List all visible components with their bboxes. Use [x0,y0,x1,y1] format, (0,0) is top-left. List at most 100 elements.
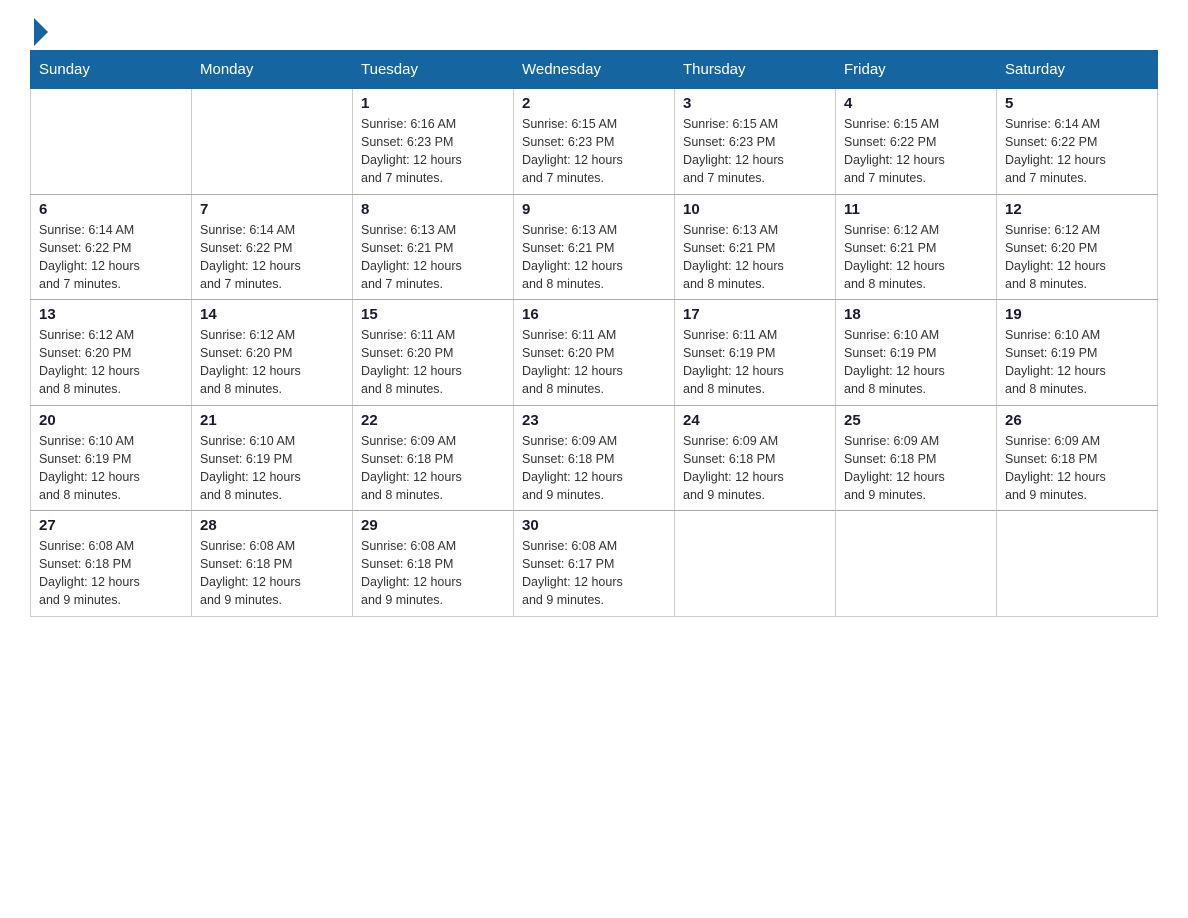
day-info: Sunrise: 6:10 AMSunset: 6:19 PMDaylight:… [1005,326,1149,399]
calendar-header-row: SundayMondayTuesdayWednesdayThursdayFrid… [31,51,1158,89]
calendar-cell: 23Sunrise: 6:09 AMSunset: 6:18 PMDayligh… [514,405,675,511]
calendar-cell: 3 Sunrise: 6:15 AMSunset: 6:23 PMDaylight… [675,89,836,195]
logo-triangle-icon [34,18,48,46]
day-number: 26 [1005,412,1149,429]
day-number: 14 [200,306,344,323]
calendar-cell: 11 Sunrise: 6:12 AMSunset: 6:21 PMDayligh… [836,194,997,300]
day-number: 7 [200,201,344,218]
week-row-5: 27 Sunrise: 6:08 AMSunset: 6:18 PMDayligh… [31,511,1158,617]
day-info: Sunrise: 6:15 AMSunset: 6:23 PMDaylight:… [683,115,827,188]
calendar-cell [836,511,997,617]
day-info: Sunrise: 6:15 AMSunset: 6:23 PMDaylight:… [522,115,666,188]
day-number: 11 [844,201,988,218]
day-info: Sunrise: 6:12 AMSunset: 6:20 PMDaylight:… [1005,221,1149,294]
header-saturday: Saturday [997,51,1158,89]
day-info: Sunrise: 6:14 AMSunset: 6:22 PMDaylight:… [1005,115,1149,188]
day-info: Sunrise: 6:09 AMSunset: 6:18 PMDaylight:… [683,432,827,505]
day-number: 9 [522,201,666,218]
calendar-cell: 24 Sunrise: 6:09 AMSunset: 6:18 PMDayligh… [675,405,836,511]
calendar-table: SundayMondayTuesdayWednesdayThursdayFrid… [30,50,1158,617]
header-wednesday: Wednesday [514,51,675,89]
day-info: Sunrise: 6:13 AMSunset: 6:21 PMDaylight:… [361,221,505,294]
calendar-cell: 19 Sunrise: 6:10 AMSunset: 6:19 PMDayligh… [997,300,1158,406]
day-number: 27 [39,517,183,534]
day-info: Sunrise: 6:11 AMSunset: 6:20 PMDaylight:… [522,326,666,399]
calendar-cell: 8Sunrise: 6:13 AMSunset: 6:21 PMDaylight… [353,194,514,300]
day-number: 16 [522,306,666,323]
day-info: Sunrise: 6:11 AMSunset: 6:20 PMDaylight:… [361,326,505,399]
day-number: 30 [522,517,666,534]
calendar-cell: 15 Sunrise: 6:11 AMSunset: 6:20 PMDayligh… [353,300,514,406]
day-info: Sunrise: 6:09 AMSunset: 6:18 PMDaylight:… [1005,432,1149,505]
week-row-3: 13 Sunrise: 6:12 AMSunset: 6:20 PMDayligh… [31,300,1158,406]
day-number: 17 [683,306,827,323]
day-info: Sunrise: 6:09 AMSunset: 6:18 PMDaylight:… [361,432,505,505]
day-number: 3 [683,95,827,112]
calendar-cell: 5 Sunrise: 6:14 AMSunset: 6:22 PMDaylight… [997,89,1158,195]
day-number: 1 [361,95,505,112]
calendar-cell [997,511,1158,617]
page-header [30,20,1158,40]
calendar-cell: 1 Sunrise: 6:16 AMSunset: 6:23 PMDaylight… [353,89,514,195]
calendar-cell: 25 Sunrise: 6:09 AMSunset: 6:18 PMDayligh… [836,405,997,511]
calendar-cell: 7 Sunrise: 6:14 AMSunset: 6:22 PMDaylight… [192,194,353,300]
calendar-cell: 27 Sunrise: 6:08 AMSunset: 6:18 PMDayligh… [31,511,192,617]
day-number: 12 [1005,201,1149,218]
day-info: Sunrise: 6:10 AMSunset: 6:19 PMDaylight:… [39,432,183,505]
day-info: Sunrise: 6:16 AMSunset: 6:23 PMDaylight:… [361,115,505,188]
day-number: 24 [683,412,827,429]
day-info: Sunrise: 6:11 AMSunset: 6:19 PMDaylight:… [683,326,827,399]
day-info: Sunrise: 6:12 AMSunset: 6:20 PMDaylight:… [200,326,344,399]
day-number: 15 [361,306,505,323]
day-number: 18 [844,306,988,323]
day-info: Sunrise: 6:12 AMSunset: 6:21 PMDaylight:… [844,221,988,294]
day-info: Sunrise: 6:15 AMSunset: 6:22 PMDaylight:… [844,115,988,188]
day-number: 6 [39,201,183,218]
day-number: 28 [200,517,344,534]
calendar-cell [31,89,192,195]
day-number: 2 [522,95,666,112]
calendar-cell: 13 Sunrise: 6:12 AMSunset: 6:20 PMDayligh… [31,300,192,406]
day-number: 21 [200,412,344,429]
calendar-cell: 9 Sunrise: 6:13 AMSunset: 6:21 PMDaylight… [514,194,675,300]
calendar-cell: 20Sunrise: 6:10 AMSunset: 6:19 PMDayligh… [31,405,192,511]
day-info: Sunrise: 6:13 AMSunset: 6:21 PMDaylight:… [683,221,827,294]
calendar-cell: 10 Sunrise: 6:13 AMSunset: 6:21 PMDayligh… [675,194,836,300]
calendar-cell: 28 Sunrise: 6:08 AMSunset: 6:18 PMDayligh… [192,511,353,617]
calendar-cell: 12 Sunrise: 6:12 AMSunset: 6:20 PMDayligh… [997,194,1158,300]
calendar-cell [675,511,836,617]
calendar-cell: 17 Sunrise: 6:11 AMSunset: 6:19 PMDayligh… [675,300,836,406]
header-tuesday: Tuesday [353,51,514,89]
day-number: 19 [1005,306,1149,323]
day-number: 25 [844,412,988,429]
day-info: Sunrise: 6:14 AMSunset: 6:22 PMDaylight:… [200,221,344,294]
week-row-2: 6 Sunrise: 6:14 AMSunset: 6:22 PMDaylight… [31,194,1158,300]
day-number: 22 [361,412,505,429]
day-info: Sunrise: 6:13 AMSunset: 6:21 PMDaylight:… [522,221,666,294]
day-info: Sunrise: 6:09 AMSunset: 6:18 PMDaylight:… [522,432,666,505]
calendar-cell: 26 Sunrise: 6:09 AMSunset: 6:18 PMDayligh… [997,405,1158,511]
day-number: 10 [683,201,827,218]
calendar-cell: 29Sunrise: 6:08 AMSunset: 6:18 PMDayligh… [353,511,514,617]
header-monday: Monday [192,51,353,89]
day-number: 13 [39,306,183,323]
day-number: 5 [1005,95,1149,112]
day-info: Sunrise: 6:08 AMSunset: 6:17 PMDaylight:… [522,537,666,610]
day-info: Sunrise: 6:08 AMSunset: 6:18 PMDaylight:… [39,537,183,610]
week-row-1: 1 Sunrise: 6:16 AMSunset: 6:23 PMDaylight… [31,89,1158,195]
calendar-cell: 30 Sunrise: 6:08 AMSunset: 6:17 PMDayligh… [514,511,675,617]
calendar-cell [192,89,353,195]
day-number: 4 [844,95,988,112]
day-info: Sunrise: 6:09 AMSunset: 6:18 PMDaylight:… [844,432,988,505]
logo [30,20,48,40]
calendar-cell: 6Sunrise: 6:14 AMSunset: 6:22 PMDaylight… [31,194,192,300]
calendar-cell: 22 Sunrise: 6:09 AMSunset: 6:18 PMDayligh… [353,405,514,511]
day-info: Sunrise: 6:08 AMSunset: 6:18 PMDaylight:… [200,537,344,610]
header-thursday: Thursday [675,51,836,89]
calendar-cell: 2 Sunrise: 6:15 AMSunset: 6:23 PMDaylight… [514,89,675,195]
calendar-cell: 4 Sunrise: 6:15 AMSunset: 6:22 PMDaylight… [836,89,997,195]
day-info: Sunrise: 6:12 AMSunset: 6:20 PMDaylight:… [39,326,183,399]
calendar-cell: 21 Sunrise: 6:10 AMSunset: 6:19 PMDayligh… [192,405,353,511]
day-info: Sunrise: 6:10 AMSunset: 6:19 PMDaylight:… [200,432,344,505]
day-info: Sunrise: 6:10 AMSunset: 6:19 PMDaylight:… [844,326,988,399]
